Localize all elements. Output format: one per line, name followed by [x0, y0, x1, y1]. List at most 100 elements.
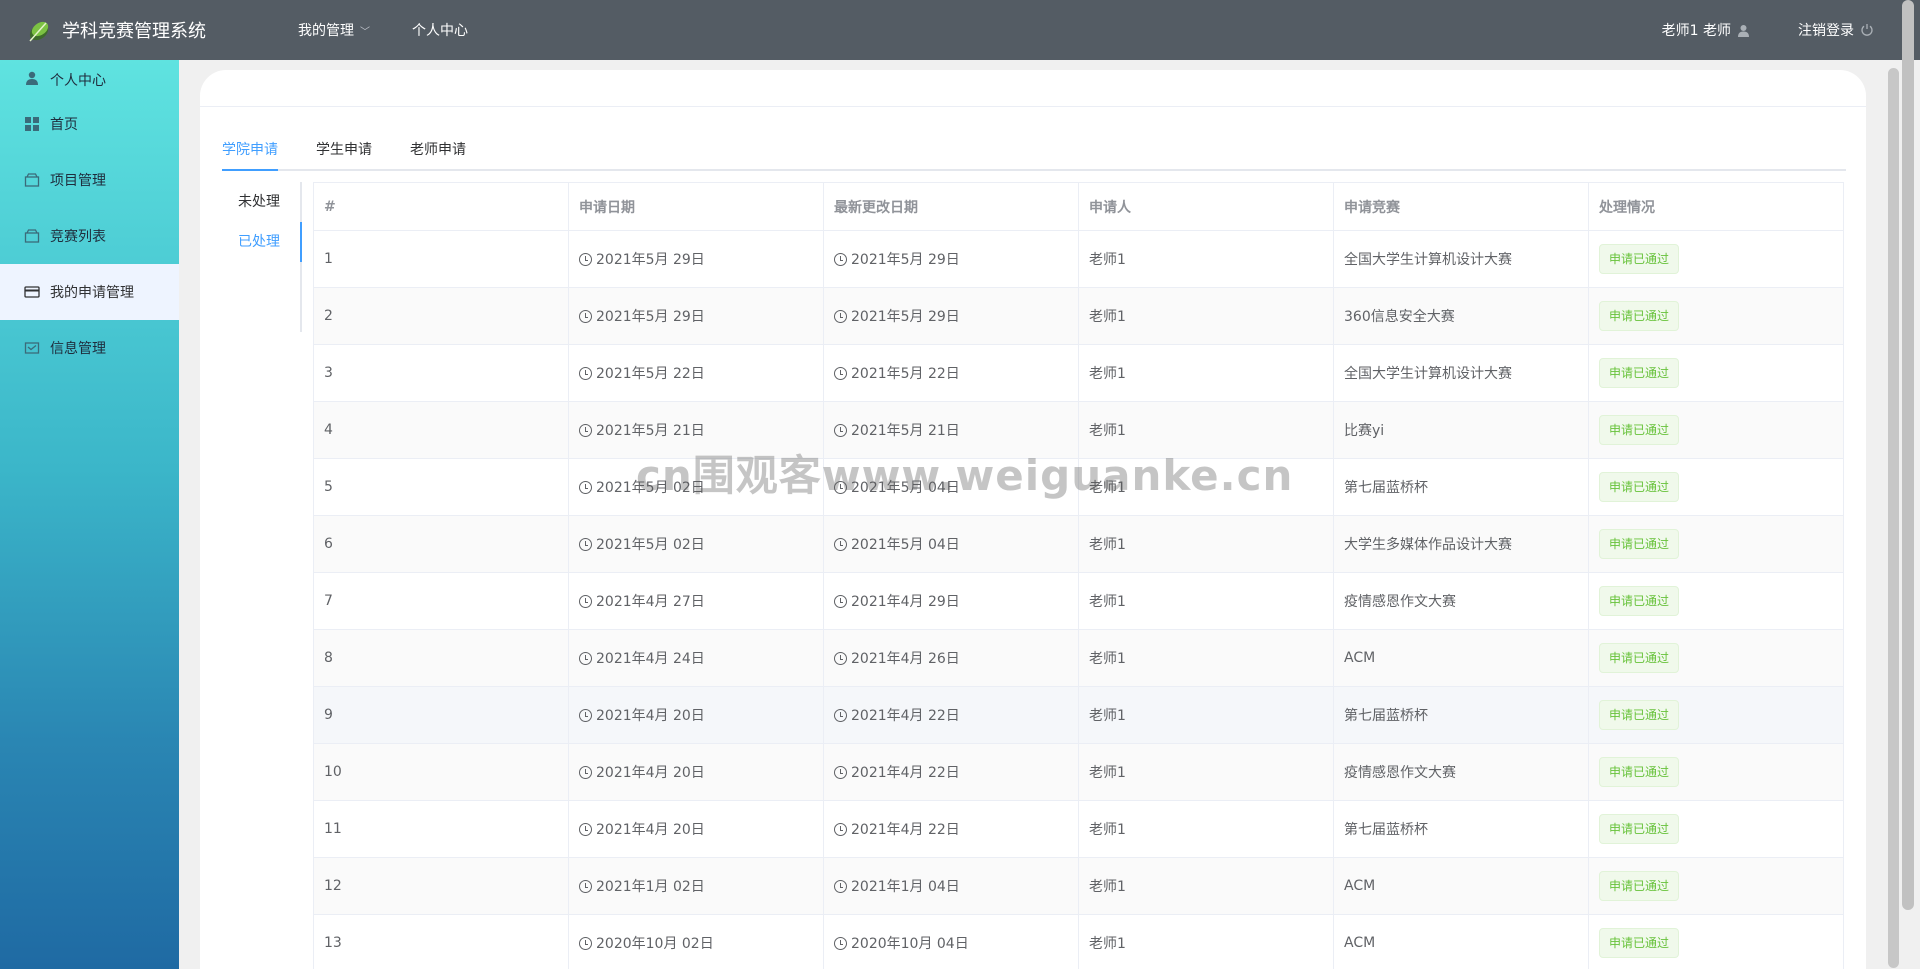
status-badge: 申请已通过 [1599, 529, 1680, 559]
cell-updated-date: 2021年4月 22日 [823, 800, 1079, 858]
tab-unprocessed[interactable]: 未处理 [222, 182, 300, 222]
nav-my-management[interactable]: 我的管理 ﹀ [298, 20, 370, 40]
cell-applicant: 老师1 [1078, 686, 1334, 744]
cell-apply-date: 2020年10月 02日 [568, 914, 824, 969]
clock-icon [834, 310, 847, 323]
cell-competition: 第七届蓝桥杯 [1333, 458, 1589, 516]
date-text: 2021年5月 21日 [851, 423, 960, 439]
clock-icon [579, 652, 592, 665]
cell-status: 申请已通过 [1588, 287, 1844, 345]
status-badge: 申请已通过 [1599, 700, 1680, 730]
user-label: 老师1 老师 [1661, 23, 1731, 39]
cell-status: 申请已通过 [1588, 686, 1844, 744]
date-text: 2021年1月 02日 [596, 879, 705, 895]
cell-apply-date: 2021年5月 29日 [568, 287, 824, 345]
page-scrollbar[interactable] [1902, 0, 1914, 910]
clock-icon [834, 253, 847, 266]
table-row[interactable]: 9 2021年4月 20日 2021年4月 22日 老师1 第七届蓝桥杯 申请已通过 [313, 686, 1844, 744]
watermark: cn围观客www.weiguanke.cn [636, 451, 1294, 500]
cell-status: 申请已通过 [1588, 800, 1844, 858]
status-badge: 申请已通过 [1599, 358, 1680, 388]
status-badge: 申请已通过 [1599, 244, 1680, 274]
cell-updated-date: 2021年4月 29日 [823, 572, 1079, 630]
cell-competition: 全国大学生计算机设计大赛 [1333, 230, 1589, 288]
table-row[interactable]: 1 2021年5月 29日 2021年5月 29日 老师1 全国大学生计算机设计大赛 申请… [313, 230, 1844, 288]
sidebar-item-label: 竞赛列表 [50, 229, 106, 245]
sidebar-item-info-management[interactable]: 信息管理 [0, 320, 179, 376]
cell-updated-date: 2021年4月 22日 [823, 686, 1079, 744]
table-row[interactable]: 8 2021年4月 24日 2021年4月 26日 老师1 ACM 申请已通过 [313, 629, 1844, 687]
main-card: 学院申请 学生申请 老师申请 未处理 已处理 # 申请日期 最新更改日期 申请人… [200, 70, 1866, 969]
cell-index: 8 [313, 629, 569, 687]
date-text: 2021年1月 04日 [851, 879, 960, 895]
card-header-divider [200, 106, 1866, 107]
column-header-applicant: 申请人 [1078, 182, 1334, 231]
clock-icon [579, 823, 592, 836]
table-row[interactable]: 10 2021年4月 20日 2021年4月 22日 老师1 疫情感恩作文大赛 申请已通过 [313, 743, 1844, 801]
date-text: 2021年4月 26日 [851, 651, 960, 667]
logout-button[interactable]: 注销登录 [1798, 20, 1874, 40]
status-badge: 申请已通过 [1599, 301, 1680, 331]
table-row[interactable]: 13 2020年10月 02日 2020年10月 04日 老师1 ACM 申请已通过 [313, 914, 1844, 969]
clock-icon [834, 937, 847, 950]
tab-college-applications[interactable]: 学院申请 [222, 135, 278, 171]
cell-status: 申请已通过 [1588, 629, 1844, 687]
sidebar-item-home[interactable]: 首页 [0, 96, 179, 152]
table-row[interactable]: 7 2021年4月 27日 2021年4月 29日 老师1 疫情感恩作文大赛 申请已通过 [313, 572, 1844, 630]
cell-index: 9 [313, 686, 569, 744]
sidebar-item-personal-center[interactable]: 个人中心 [0, 60, 179, 96]
cell-competition: ACM [1333, 857, 1589, 915]
table-row[interactable]: 2 2021年5月 29日 2021年5月 29日 老师1 360信息安全大赛 申请已通过 [313, 287, 1844, 345]
user-menu[interactable]: 老师1 老师 [1662, 20, 1750, 40]
cell-status: 申请已通过 [1588, 515, 1844, 573]
date-text: 2021年4月 20日 [596, 708, 705, 724]
cell-apply-date: 2021年5月 02日 [568, 515, 824, 573]
date-text: 2021年4月 27日 [596, 594, 705, 610]
cell-index: 12 [313, 857, 569, 915]
clock-icon [834, 652, 847, 665]
box-icon [24, 229, 40, 243]
chevron-down-icon: ﹀ [360, 26, 370, 38]
status-badge: 申请已通过 [1599, 415, 1680, 445]
clock-icon [834, 766, 847, 779]
cell-competition: 大学生多媒体作品设计大赛 [1333, 515, 1589, 573]
power-icon [1861, 24, 1873, 36]
status-badge: 申请已通过 [1599, 757, 1680, 787]
cell-updated-date: 2021年5月 29日 [823, 230, 1079, 288]
table-row[interactable]: 3 2021年5月 22日 2021年5月 22日 老师1 全国大学生计算机设计大赛 申请… [313, 344, 1844, 402]
sidebar-item-competition-list[interactable]: 竞赛列表 [0, 208, 179, 264]
date-text: 2021年4月 20日 [596, 822, 705, 838]
tab-student-applications[interactable]: 学生申请 [316, 135, 372, 169]
cell-index: 6 [313, 515, 569, 573]
date-text: 2021年5月 22日 [851, 366, 960, 382]
sidebar-item-project-management[interactable]: 项目管理 [0, 152, 179, 208]
tab-teacher-applications[interactable]: 老师申请 [410, 135, 466, 169]
date-text: 2020年10月 02日 [596, 936, 714, 952]
column-header-apply-date: 申请日期 [568, 182, 824, 231]
brand[interactable]: 学科竞赛管理系统 [0, 15, 280, 45]
table-row[interactable]: 6 2021年5月 02日 2021年5月 04日 老师1 大学生多媒体作品设计大赛 申请… [313, 515, 1844, 573]
table-row[interactable]: 11 2021年4月 20日 2021年4月 22日 老师1 第七届蓝桥杯 申请已通过 [313, 800, 1844, 858]
top-nav: 我的管理 ﹀ 个人中心 [298, 20, 510, 40]
inner-scrollbar[interactable] [1888, 68, 1899, 968]
cell-competition: 第七届蓝桥杯 [1333, 686, 1589, 744]
sidebar-item-label: 我的申请管理 [50, 285, 134, 301]
app-title: 学科竞赛管理系统 [62, 21, 206, 42]
table-header-row: # 申请日期 最新更改日期 申请人 申请竞赛 处理情况 [313, 182, 1844, 231]
cell-applicant: 老师1 [1078, 515, 1334, 573]
cell-apply-date: 2021年1月 02日 [568, 857, 824, 915]
cell-applicant: 老师1 [1078, 344, 1334, 402]
sidebar-item-my-applications[interactable]: 我的申请管理 [0, 264, 179, 320]
date-text: 2021年4月 29日 [851, 594, 960, 610]
cell-competition: ACM [1333, 914, 1589, 969]
tab-processed[interactable]: 已处理 [222, 222, 302, 262]
table-row[interactable]: 12 2021年1月 02日 2021年1月 04日 老师1 ACM 申请已通过 [313, 857, 1844, 915]
clock-icon [579, 766, 592, 779]
status-badge: 申请已通过 [1599, 928, 1680, 958]
cell-apply-date: 2021年4月 27日 [568, 572, 824, 630]
nav-personal-center[interactable]: 个人中心 [412, 20, 468, 40]
cell-applicant: 老师1 [1078, 800, 1334, 858]
date-text: 2021年4月 24日 [596, 651, 705, 667]
cell-apply-date: 2021年5月 22日 [568, 344, 824, 402]
clock-icon [579, 424, 592, 437]
